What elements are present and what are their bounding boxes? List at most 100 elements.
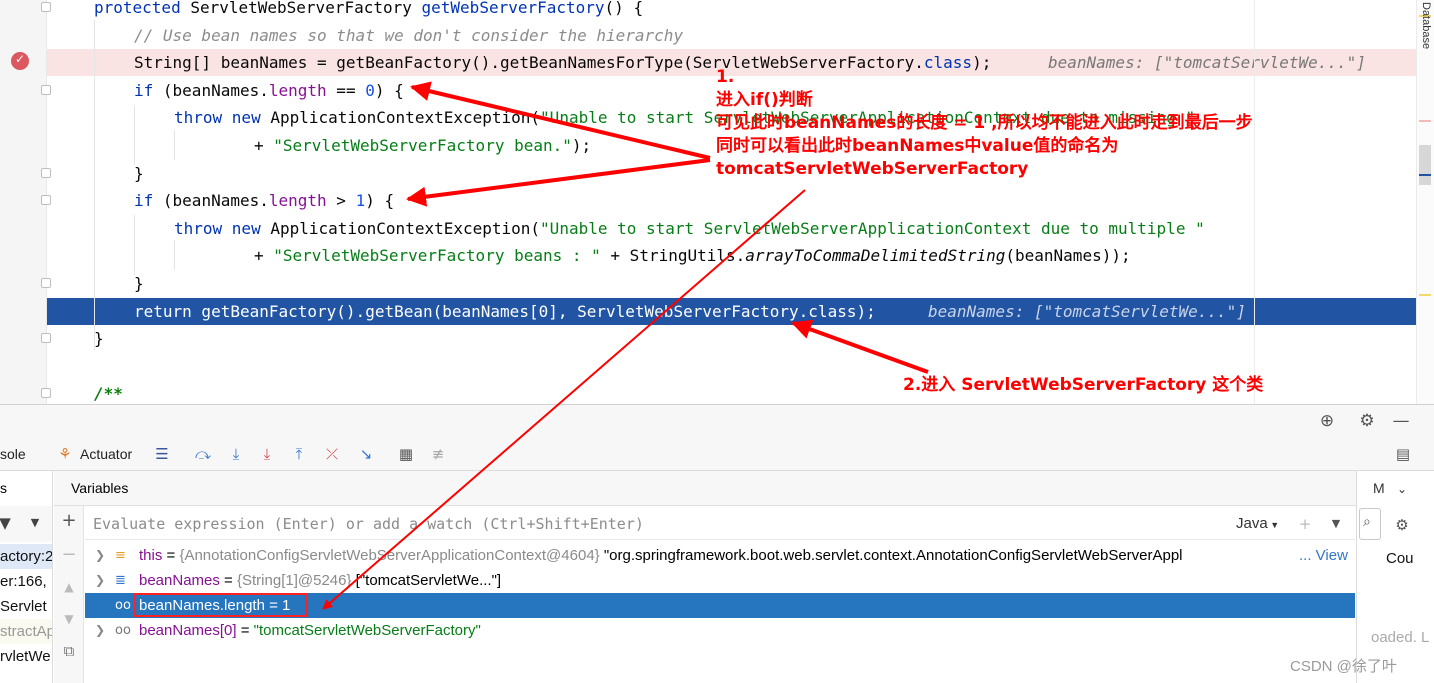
step-out-icon[interactable]: ⤒ (290, 445, 308, 463)
annotation-note-2: 2.进入 ServletWebServerFactory 这个类 (903, 375, 1264, 395)
breakpoint-icon[interactable] (11, 52, 29, 70)
evaluate-expression-icon[interactable]: ▦ (397, 445, 415, 463)
drop-frame-icon[interactable]: ⤫ (323, 445, 341, 463)
indent-guide (134, 105, 135, 165)
database-tab-label: Database (1420, 2, 1432, 50)
trace-icon[interactable]: ≢ (429, 445, 447, 463)
search-icon: ⌕ (1363, 514, 1371, 530)
code-line[interactable]: return getBeanFactory().getBean(beanName… (47, 297, 1416, 325)
frames-panel[interactable]: s ▼ ▼ actory:2 er:166, Servlet stractAp rvle… (0, 471, 53, 683)
variable-name: beanNames (139, 572, 220, 589)
code-token: } (134, 274, 144, 293)
frames-title: s (0, 480, 7, 496)
code-token: ApplicationContextException( (270, 218, 541, 238)
indent-guide (174, 130, 175, 160)
gear-icon[interactable]: ⚙ (1393, 516, 1411, 534)
frame-row[interactable]: actory:2 (0, 544, 52, 569)
code-token: ) { (365, 191, 395, 211)
variables-title: Variables (71, 480, 129, 496)
code-token: protected (94, 0, 191, 17)
indent-guide (134, 215, 135, 275)
variable-row[interactable]: ❯ oo beanNames[0] = "tomcatServletWebServe… (85, 618, 1355, 643)
copy-icon[interactable]: ⧉ (60, 642, 78, 660)
code-token: length (268, 80, 327, 100)
evaluate-bar: Java ▼ + ▼ (85, 508, 1355, 540)
code-token: (beanNames. (162, 80, 269, 100)
variable-value: 1 (282, 597, 291, 614)
code-token: } (134, 163, 144, 183)
chevron-down-icon[interactable]: ▼ (26, 514, 44, 532)
remove-watch-icon[interactable]: − (60, 546, 78, 564)
code-editor[interactable]: protected ServletWebServerFactory getWeb… (0, 0, 1434, 404)
tab-actuator[interactable]: Actuator (80, 437, 132, 471)
code-token: throw new (174, 108, 271, 128)
expand-arrow-icon[interactable]: ❯ (95, 543, 105, 568)
watermark: CSDN @徐了叶 (1290, 658, 1397, 675)
code-line[interactable]: // Use bean names so that we don't consi… (47, 22, 1416, 49)
show-execution-point-icon[interactable]: ⤼ (194, 445, 212, 463)
language-selector[interactable]: Java ▼ (1236, 508, 1279, 541)
code-token: if (134, 80, 163, 100)
expand-arrow-icon[interactable]: ❯ (95, 568, 105, 593)
code-token: /** (94, 384, 123, 404)
marker-exec (1419, 174, 1431, 176)
code-token: "Unable to start ServletWebServerApplica… (540, 218, 1205, 238)
frame-row[interactable]: rvletWe (0, 644, 52, 669)
code-token: return getBeanFactory().getBean(beanName… (134, 301, 876, 321)
equals-sign: = (219, 572, 237, 589)
chevron-down-icon: ▼ (1267, 520, 1280, 530)
move-up-icon[interactable]: ▲ (60, 578, 78, 596)
step-into-icon[interactable]: ⤓ (258, 445, 276, 463)
add-to-watches-icon[interactable]: + (1296, 515, 1314, 533)
editor-scrollbar[interactable] (1416, 0, 1434, 404)
scroll-thumb[interactable] (1419, 145, 1431, 185)
chevron-down-icon[interactable]: ⌄ (1393, 480, 1411, 498)
code-token: == (326, 80, 366, 100)
editor-gutter[interactable] (0, 0, 51, 404)
code-token: // Use bean names so that we don't consi… (134, 25, 684, 45)
annotation-note-1: 1. 进入if()判断 可见此时beanNames的长度 = 1 ,所以均不能进入此… (716, 66, 1253, 181)
menu-icon[interactable]: ☰ (153, 445, 171, 463)
move-down-icon[interactable]: ▼ (60, 610, 78, 628)
filter-icon[interactable]: ▼ (0, 514, 14, 532)
tab-console[interactable]: sole (0, 437, 26, 471)
code-text: // Use bean names so that we don't consi… (134, 22, 683, 49)
run-to-cursor-icon[interactable]: ↘ (357, 445, 375, 463)
step-over-icon[interactable]: ⤓ (227, 445, 245, 463)
frame-row[interactable]: er:166, (0, 569, 52, 594)
variable-row[interactable]: ❯ ≡ this = {AnnotationConfigServletWebServ… (85, 543, 1355, 568)
crosshair-icon[interactable]: ⊕ (1318, 412, 1336, 430)
layout-icon[interactable]: ▤ (1394, 445, 1412, 463)
evaluate-expression-input[interactable] (93, 512, 1213, 536)
code-token: "ServletWebServerFactory beans : " (273, 246, 601, 266)
variable-value: ["tomcatServletWe..."] (355, 572, 502, 589)
minimize-icon[interactable]: — (1392, 412, 1410, 430)
history-dropdown-icon[interactable]: ▼ (1327, 515, 1345, 533)
code-token: "ServletWebServerFactory bean." (273, 136, 572, 155)
gear-icon[interactable]: ⚙ (1358, 412, 1376, 430)
search-field[interactable]: ⌕ (1359, 508, 1381, 540)
variable-row[interactable]: oo beanNames.length = 1 (85, 593, 1355, 618)
frame-row[interactable]: Servlet (0, 594, 52, 619)
view-link[interactable]: ... View (1299, 543, 1348, 568)
frame-row[interactable]: stractAp (0, 619, 52, 644)
code-line[interactable]: protected ServletWebServerFactory getWeb… (47, 0, 1416, 21)
variable-name: beanNames.length (139, 597, 265, 614)
variable-row[interactable]: ❯ ≣ beanNames = {String[1]@5246} ["tomcatS… (85, 568, 1355, 593)
code-line[interactable]: + "ServletWebServerFactory beans : " + S… (47, 242, 1416, 269)
equals-sign: = (264, 597, 283, 614)
code-token: ApplicationContextException( (270, 108, 541, 128)
database-tool-tab[interactable]: Database (1418, 0, 1434, 60)
watch-glasses-icon: oo (115, 598, 131, 613)
code-token: > (326, 191, 356, 211)
expand-arrow-icon[interactable]: ❯ (95, 618, 105, 643)
code-token: ServletWebServerFactory (190, 0, 422, 17)
code-line[interactable]: } (47, 325, 1416, 352)
code-token: if (134, 191, 163, 211)
code-line[interactable]: } (47, 270, 1416, 297)
equals-sign: = (236, 622, 254, 639)
add-watch-icon[interactable]: + (60, 512, 78, 530)
code-line[interactable]: throw new ApplicationContextException("U… (47, 215, 1416, 242)
field-icon: ≣ (115, 573, 126, 588)
code-line[interactable]: if (beanNames.length > 1) { (47, 187, 1416, 214)
